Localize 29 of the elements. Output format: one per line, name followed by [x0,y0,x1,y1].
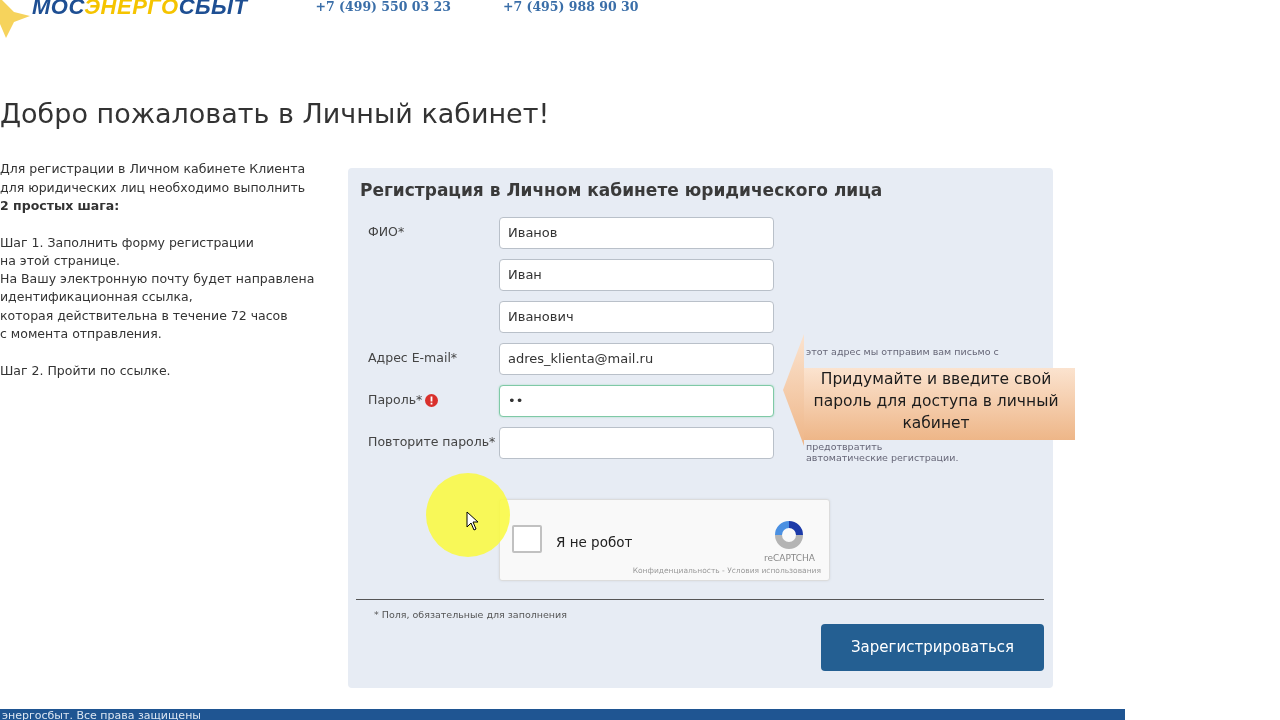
intro-text: которая действительна в течение 72 часов [0,306,288,325]
phone-number: +7 (495) 988 90 30 [502,0,639,14]
field-hint: предотвратить автоматические регистрации. [806,440,960,463]
field-label: Адрес E-mail* [368,349,458,368]
field-hint: этот адрес мы отправим вам письмо с [806,346,999,358]
intro-text: Шаг 2. Пройти по ссылке. [0,361,171,380]
required-note: * Поля, обязательные для заполнения [374,607,568,622]
intro-text: для юридических лиц необходимо выполнить [0,178,306,197]
intro-text: 2 простых шага: [0,197,120,215]
register-button[interactable]: Зарегистрироваться [821,624,1044,672]
field-label: Пароль* [368,391,423,410]
intro-text: идентификационная ссылка, [0,288,193,307]
page-title: Добро пожаловать в Личный кабинет! [0,98,551,131]
field-label: ФИО* [368,223,405,242]
intro-text: с момента отправления. [0,325,162,344]
recaptcha-brand: reCAPTCHA [763,551,815,565]
input-field[interactable]: •• [499,384,774,417]
intro-text: Шаг 1. Заполнить форму регистрации [0,233,254,252]
input-field[interactable]: Иванов [499,216,774,249]
field-label: Повторите пароль* [368,433,496,452]
phone-number: +7 (499) 550 03 23 [315,0,451,14]
captcha-label: Я не робот [556,532,633,552]
form-title: Регистрация в Личном кабинете юридического лица [360,180,884,201]
input-field[interactable]: adres_klienta@mail.ru [499,342,774,375]
intro-text: Для регистрации в Личном кабинете Клиента [0,160,306,179]
intro-text: на этой странице. [0,251,120,270]
intro-text: На Вашу электронную почту будет направлена [0,270,315,289]
input-field[interactable]: Иванович [499,300,774,333]
input-field[interactable]: Иван [499,258,774,291]
